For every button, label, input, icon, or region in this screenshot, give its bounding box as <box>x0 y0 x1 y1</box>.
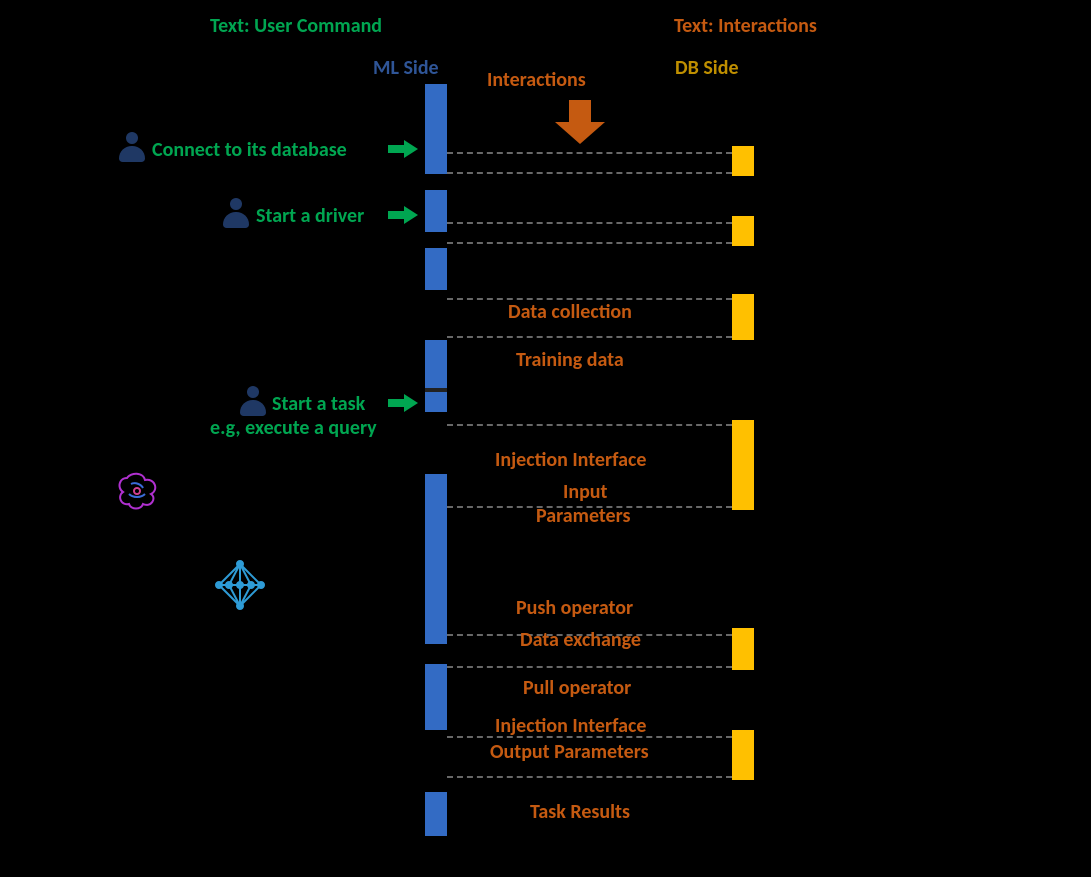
user-icon <box>221 198 251 232</box>
conn-4a <box>447 424 732 426</box>
db-bar-5 <box>732 628 754 670</box>
label-injection-interface-2: Injection Interface <box>495 714 646 738</box>
arrow-right-icon <box>388 394 418 412</box>
arrow-down-icon <box>555 100 605 150</box>
network-icon <box>215 560 265 610</box>
label-injection-interface: Injection Interface <box>495 448 646 472</box>
label-data-exchange: Data exchange <box>520 628 641 652</box>
header-user-command: Text: User Command <box>210 14 382 38</box>
conn-1b <box>447 172 732 174</box>
cmd-start-task-sub: e.g, execute a query <box>210 416 377 440</box>
cmd-connect-db: Connect to its database <box>152 138 347 162</box>
ml-bar-3 <box>425 248 447 290</box>
conn-1a <box>447 152 732 154</box>
conn-3b <box>447 336 732 338</box>
label-parameters: Parameters <box>536 504 630 528</box>
conn-6b <box>447 776 732 778</box>
brain-icon <box>115 470 161 512</box>
user-icon <box>117 132 147 166</box>
ml-bar-4 <box>425 340 447 412</box>
diagram-canvas: Text: User Command Text: Interactions ML… <box>0 0 1091 877</box>
db-bar-4 <box>732 420 754 510</box>
label-db-side: DB Side <box>675 56 739 80</box>
ml-bar-2 <box>425 190 447 232</box>
ml-bar-7 <box>425 792 447 836</box>
db-bar-3 <box>732 294 754 340</box>
label-data-collection: Data collection <box>508 300 632 324</box>
cmd-start-task: Start a task <box>272 392 365 416</box>
ml-bar-sep <box>425 388 447 392</box>
cmd-start-driver: Start a driver <box>256 204 364 228</box>
label-push-operator: Push operator <box>516 596 633 620</box>
conn-5b <box>447 666 732 668</box>
label-ml-side: ML Side <box>373 56 439 80</box>
label-interactions-mid: Interactions <box>487 68 586 92</box>
db-bar-6 <box>732 730 754 780</box>
label-pull-operator: Pull operator <box>523 676 631 700</box>
arrow-right-icon <box>388 140 418 158</box>
label-output-parameters: Output Parameters <box>490 740 649 764</box>
label-task-results: Task Results <box>530 800 630 824</box>
ml-bar-5 <box>425 474 447 644</box>
arrow-right-icon <box>388 206 418 224</box>
header-interactions: Text: Interactions <box>674 14 817 38</box>
conn-2a <box>447 222 732 224</box>
ml-bar-1 <box>425 84 447 174</box>
conn-2b <box>447 242 732 244</box>
ml-bar-6 <box>425 664 447 730</box>
db-bar-1 <box>732 146 754 176</box>
label-training-data: Training data <box>516 348 624 372</box>
user-icon <box>238 386 268 420</box>
label-input: Input <box>563 480 607 504</box>
db-bar-2 <box>732 216 754 246</box>
